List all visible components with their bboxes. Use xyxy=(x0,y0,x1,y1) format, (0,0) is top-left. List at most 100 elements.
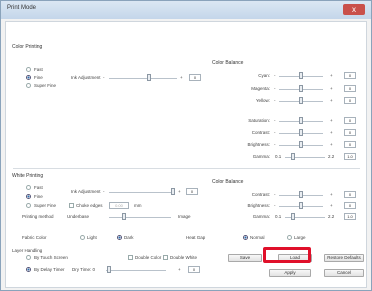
heat-normal-radio[interactable] xyxy=(243,235,248,240)
cb-brightness-label: Brightness: xyxy=(247,142,270,147)
cb-magenta-thumb[interactable] xyxy=(299,85,303,92)
wcb-brightness-value[interactable]: 0 xyxy=(344,202,356,209)
white-ink-plus: + xyxy=(178,189,181,194)
close-button[interactable]: x xyxy=(343,4,365,15)
cb-cyan-label: Cyan: xyxy=(258,73,270,78)
cancel-button[interactable]: Cancel xyxy=(324,269,364,277)
cb-contrast-thumb[interactable] xyxy=(299,129,303,136)
cb-saturation-value[interactable]: 0 xyxy=(344,117,356,124)
white-fast-label: Fast xyxy=(34,185,43,190)
cb-cyan-thumb[interactable] xyxy=(299,72,303,79)
dry-time-label: Dry Time: 0 xyxy=(72,267,96,272)
fabric-dark-label: Dark xyxy=(124,235,134,240)
dry-time-plus: + xyxy=(178,267,181,272)
wcb-gamma-value[interactable]: 1.0 xyxy=(344,213,356,220)
white-ink-adjustment-label: Ink Adjustment xyxy=(71,189,101,194)
heat-normal-label: Normal xyxy=(250,235,265,240)
wcb-contrast-value[interactable]: 0 xyxy=(344,191,356,198)
white-fast-radio[interactable] xyxy=(26,185,31,190)
white-fine-radio[interactable] xyxy=(26,194,31,199)
wcb-gamma-label: Gamma: xyxy=(252,214,270,219)
cb-cyan-minus: - xyxy=(274,73,276,78)
wcb-brightness-label: Brightness: xyxy=(247,203,270,208)
cb-gamma-label: Gamma: xyxy=(252,154,270,159)
cb-yellow-plus: + xyxy=(330,98,333,103)
cb-brightness-thumb[interactable] xyxy=(299,141,303,148)
restore-defaults-button[interactable]: Restore Defaults xyxy=(324,254,364,262)
cb-contrast-plus: + xyxy=(330,130,333,135)
by-delay-radio[interactable] xyxy=(26,267,31,272)
cb-gamma-value[interactable]: 1.0 xyxy=(344,153,356,160)
wcb-contrast-plus: + xyxy=(330,192,333,197)
dry-time-thumb[interactable] xyxy=(107,266,111,273)
white-ink-slider-track[interactable] xyxy=(109,192,171,193)
by-touch-label: By Touch Screen xyxy=(34,255,68,260)
title-bar: Print Mode x xyxy=(1,1,371,19)
print-mode-window: Print Mode x Color Printing Fast Fine Su… xyxy=(0,0,372,291)
method-slider-thumb[interactable] xyxy=(122,213,126,220)
save-button[interactable]: Save xyxy=(228,254,262,262)
double-color-label: Double Color xyxy=(135,255,162,260)
cb-cyan-value[interactable]: 0 xyxy=(344,72,356,79)
wcb-contrast-label: Contrast: xyxy=(251,192,270,197)
dialog-body: Color Printing Fast Fine Super Fine Ink … xyxy=(5,21,367,288)
cb-brightness-value[interactable]: 0 xyxy=(344,141,356,148)
cb-gamma-thumb[interactable] xyxy=(291,153,295,160)
choke-edges-label: Choke edges xyxy=(76,203,103,208)
wcb-gamma-min: 0.1 xyxy=(275,214,282,219)
white-color-balance-heading: Color Balance xyxy=(212,179,244,185)
wcb-contrast-thumb[interactable] xyxy=(299,191,303,198)
fabric-color-label: Fabric Color xyxy=(22,235,47,240)
wcb-gamma-max: 2.2 xyxy=(328,214,335,219)
cb-gamma-max: 2.2 xyxy=(328,154,335,159)
wcb-contrast-minus: - xyxy=(274,192,276,197)
wcb-brightness-minus: - xyxy=(274,203,276,208)
cb-cyan-plus: + xyxy=(330,73,333,78)
wcb-gamma-thumb[interactable] xyxy=(291,213,295,220)
cb-contrast-label: Contrast: xyxy=(251,130,270,135)
double-color-checkbox[interactable] xyxy=(128,255,133,260)
double-white-label: Double White xyxy=(170,255,198,260)
printing-method-label: Printing method xyxy=(22,214,54,219)
heat-large-radio[interactable] xyxy=(287,235,292,240)
white-ink-value-field[interactable]: 0 xyxy=(186,188,198,195)
white-fine-label: Fine xyxy=(34,194,43,199)
fabric-dark-radio[interactable] xyxy=(117,235,122,240)
apply-button[interactable]: Apply xyxy=(269,269,311,277)
color-fine-radio[interactable] xyxy=(26,75,31,80)
choke-value-field[interactable]: 0.00 xyxy=(109,202,129,209)
color-ink-slider-thumb[interactable] xyxy=(147,74,151,81)
cb-yellow-thumb[interactable] xyxy=(299,97,303,104)
cb-saturation-thumb[interactable] xyxy=(299,117,303,124)
choke-edges-checkbox[interactable] xyxy=(69,203,74,208)
double-white-checkbox[interactable] xyxy=(163,255,168,260)
dry-time-value[interactable]: 0 xyxy=(188,266,200,273)
color-ink-value-field[interactable]: 0 xyxy=(189,74,201,81)
heat-large-label: Large xyxy=(294,235,306,240)
method-slider-track[interactable] xyxy=(109,217,171,218)
cb-magenta-value[interactable]: 0 xyxy=(344,85,356,92)
cb-yellow-value[interactable]: 0 xyxy=(344,97,356,104)
by-touch-radio[interactable] xyxy=(26,255,31,260)
dry-time-track[interactable] xyxy=(106,270,166,271)
color-printing-heading: Color Printing xyxy=(12,44,43,50)
color-superfine-radio[interactable] xyxy=(26,83,31,88)
cb-saturation-minus: - xyxy=(274,118,276,123)
cb-magenta-label: Magenta: xyxy=(251,86,270,91)
section-divider xyxy=(13,168,360,169)
wcb-brightness-thumb[interactable] xyxy=(299,202,303,209)
color-ink-minus: - xyxy=(103,75,105,80)
choke-unit: mm xyxy=(134,203,142,208)
color-ink-slider-track[interactable] xyxy=(109,78,177,79)
cb-brightness-plus: + xyxy=(330,142,333,147)
cb-contrast-value[interactable]: 0 xyxy=(344,129,356,136)
color-fast-radio[interactable] xyxy=(26,67,31,72)
white-ink-slider-thumb[interactable] xyxy=(171,188,175,195)
cb-saturation-label: Saturation: xyxy=(248,118,270,123)
white-superfine-label: Super Fine xyxy=(34,203,57,208)
heat-gap-label: Heat Gap xyxy=(186,235,206,240)
fabric-light-radio[interactable] xyxy=(80,235,85,240)
white-superfine-radio[interactable] xyxy=(26,203,31,208)
cb-yellow-label: Yellow: xyxy=(255,98,270,103)
cb-brightness-minus: - xyxy=(274,142,276,147)
